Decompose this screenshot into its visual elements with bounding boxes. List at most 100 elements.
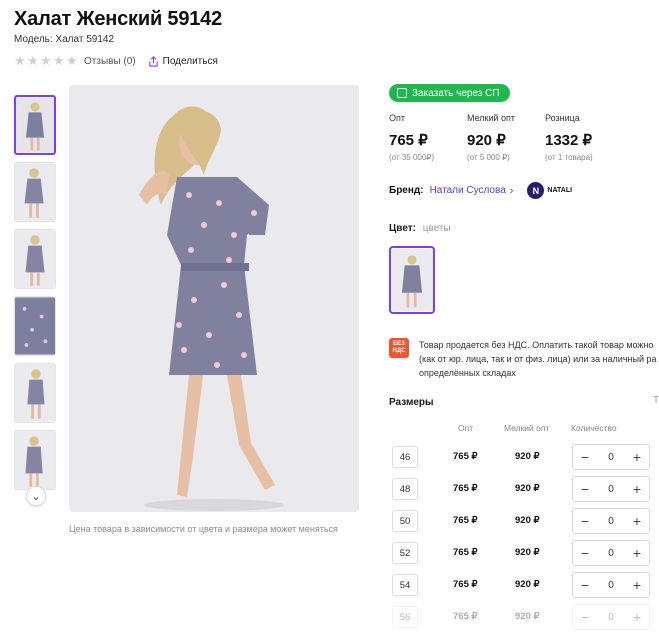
color-swatch-flowers[interactable] <box>389 246 435 314</box>
quantity-stepper: − 0 + <box>572 508 650 534</box>
brand-link[interactable]: Натали Суслова <box>430 185 506 196</box>
size-price-small: 920 ₽ <box>515 515 540 526</box>
size-table-link[interactable]: Т <box>653 395 659 406</box>
star-icon: ★ <box>27 53 39 68</box>
size-price-opt: 765 ₽ <box>453 515 478 526</box>
sizes-heading: Размеры <box>389 397 434 408</box>
size-row: 54 765 ₽ 920 ₽ − 0 + <box>389 572 659 600</box>
col-header-qty: Количество <box>571 423 617 433</box>
product-title: Халат Женский 59142 <box>14 8 223 30</box>
minus-icon[interactable]: − <box>579 609 591 625</box>
quantity-value[interactable]: 0 <box>608 484 614 495</box>
size-label: 56 <box>392 606 418 628</box>
minus-icon[interactable]: − <box>579 449 591 465</box>
thumbnail[interactable] <box>14 296 56 356</box>
size-price-opt: 765 ₽ <box>453 483 478 494</box>
plus-icon[interactable]: + <box>631 577 643 593</box>
brand-logo-text: NATALI <box>547 187 573 194</box>
quantity-stepper: − 0 + <box>572 572 650 598</box>
chevron-down-icon: ⌄ <box>31 490 41 503</box>
plus-icon[interactable]: + <box>631 609 643 625</box>
quantity-stepper: − 0 + <box>572 604 650 630</box>
star-icon: ★ <box>53 53 65 68</box>
vat-badge-line1: БЕЗ <box>392 341 406 347</box>
size-label: 54 <box>392 574 418 596</box>
price-value: 1332 ₽ <box>545 132 593 149</box>
quantity-value[interactable]: 0 <box>608 516 614 527</box>
share-label: Поделиться <box>162 55 218 67</box>
size-price-opt: 765 ₽ <box>453 547 478 558</box>
thumbnail[interactable] <box>14 430 56 490</box>
cart-icon <box>397 88 407 98</box>
main-product-photo[interactable] <box>69 85 359 512</box>
vat-text-line: Товар продается без НДС. Оплатить такой … <box>419 340 654 350</box>
vat-text: Товар продается без НДС. Оплатить такой … <box>419 338 659 380</box>
price-tier-retail: Розница 1332 ₽ (от 1 товара) <box>545 113 623 162</box>
price-condition: (от 1 товара) <box>545 153 593 162</box>
quantity-value[interactable]: 0 <box>608 452 614 463</box>
share-button[interactable]: Поделиться <box>148 56 218 67</box>
rating-stars: ★ ★ ★ ★ ★ <box>14 53 78 68</box>
price-note: Цена товара в зависимости от цвета и раз… <box>69 524 338 534</box>
brand-row: Бренд: Натали Суслова › N NATALI <box>389 182 572 199</box>
size-price-small: 920 ₽ <box>515 611 540 622</box>
thumbnail[interactable] <box>14 229 56 289</box>
size-price-opt: 765 ₽ <box>453 611 478 622</box>
brand-logo[interactable]: N NATALI <box>527 182 572 199</box>
quantity-value[interactable]: 0 <box>608 548 614 559</box>
thumbnail[interactable] <box>14 363 56 423</box>
order-via-sp-button[interactable]: Заказать через СП <box>389 84 510 102</box>
chevron-right-icon: › <box>509 184 514 197</box>
size-row: 48 765 ₽ 920 ₽ − 0 + <box>389 476 659 504</box>
color-key: Цвет: <box>389 223 416 234</box>
thumbnails-scroll-down-button[interactable]: ⌄ <box>26 486 46 506</box>
brand-key: Бренд: <box>389 185 424 196</box>
vat-notice: БЕЗ НДС Товар продается без НДС. Оплатить… <box>389 338 659 380</box>
size-price-small: 920 ₽ <box>515 579 540 590</box>
size-price-small: 920 ₽ <box>515 451 540 462</box>
size-price-small: 920 ₽ <box>515 547 540 558</box>
color-row: Цвет: цветы <box>389 223 451 234</box>
minus-icon[interactable]: − <box>579 577 591 593</box>
price-tier-wholesale: Опт 765 ₽ (от 35 000₽) <box>389 113 467 162</box>
size-row: 46 765 ₽ 920 ₽ − 0 + <box>389 444 659 472</box>
plus-icon[interactable]: + <box>631 513 643 529</box>
order-via-sp-label: Заказать через СП <box>412 87 500 99</box>
no-vat-badge: БЕЗ НДС <box>389 338 409 358</box>
quantity-value[interactable]: 0 <box>608 580 614 591</box>
share-icon <box>148 55 158 67</box>
minus-icon[interactable]: − <box>579 545 591 561</box>
plus-icon[interactable]: + <box>631 481 643 497</box>
star-icon: ★ <box>14 53 26 68</box>
reviews-link[interactable]: Отзывы (0) <box>84 56 136 67</box>
size-row: 56 765 ₽ 920 ₽ − 0 + <box>389 604 659 632</box>
price-label: Мелкий опт <box>467 113 516 123</box>
plus-icon[interactable]: + <box>631 545 643 561</box>
quantity-value[interactable]: 0 <box>608 612 614 623</box>
color-value: цветы <box>422 223 451 234</box>
thumbnail[interactable] <box>14 162 56 222</box>
col-header-opt: Опт <box>458 423 474 433</box>
brand-logo-icon: N <box>527 182 545 199</box>
size-price-opt: 765 ₽ <box>453 579 478 590</box>
star-icon: ★ <box>66 53 78 68</box>
thumbnail[interactable] <box>14 95 56 155</box>
price-tier-small-wholesale: Мелкий опт 920 ₽ (от 5 000 ₽) <box>467 113 545 162</box>
minus-icon[interactable]: − <box>579 513 591 529</box>
price-value: 765 ₽ <box>389 132 428 149</box>
size-label: 52 <box>392 542 418 564</box>
product-model: Модель: Халат 59142 <box>14 34 115 45</box>
price-condition: (от 35 000₽) <box>389 153 435 162</box>
size-label: 48 <box>392 478 418 500</box>
quantity-stepper: − 0 + <box>572 476 650 502</box>
plus-icon[interactable]: + <box>631 449 643 465</box>
quantity-stepper: − 0 + <box>572 540 650 566</box>
size-price-small: 920 ₽ <box>515 483 540 494</box>
size-label: 46 <box>392 446 418 468</box>
price-label: Опт <box>389 113 405 123</box>
rating-row: ★ ★ ★ ★ ★ Отзывы (0) Поделиться <box>14 53 218 68</box>
size-row: 50 765 ₽ 920 ₽ − 0 + <box>389 508 659 536</box>
star-icon: ★ <box>40 53 52 68</box>
price-label: Розница <box>545 113 580 123</box>
minus-icon[interactable]: − <box>579 481 591 497</box>
